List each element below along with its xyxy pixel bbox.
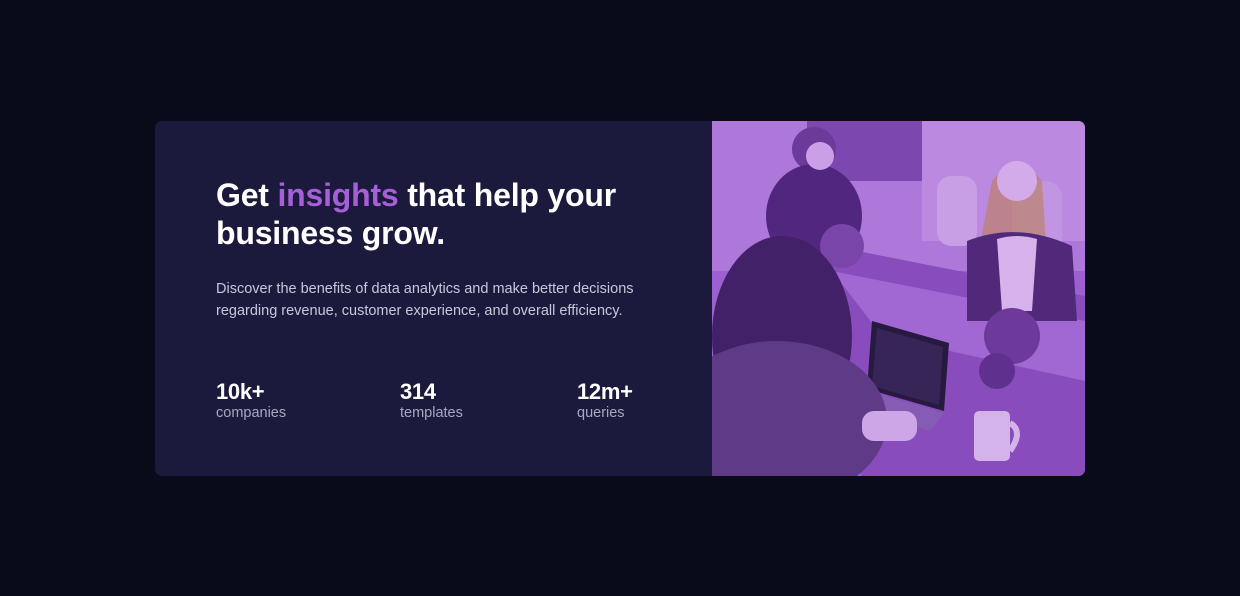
headline-lead: Get: [216, 177, 278, 213]
stat-value: 10k+: [216, 379, 265, 404]
description: Discover the benefits of data analytics …: [216, 281, 634, 319]
header-image: [712, 121, 1085, 476]
stat-label: companies: [216, 405, 287, 421]
stat-value: 12m+: [577, 379, 633, 404]
stat-label: templates: [400, 405, 463, 421]
image-tint-overlay: [712, 121, 1085, 476]
stats-preview-card: Get insights that help your business gro…: [155, 121, 1085, 476]
headline: Get insights that help your business gro…: [216, 176, 636, 252]
stats-row: 10k+ companies 314 templates 12m+ querie…: [216, 380, 656, 425]
card-content: Get insights that help your business gro…: [155, 121, 712, 476]
stat-label: queries: [577, 405, 625, 421]
stat-value: 314: [400, 379, 436, 404]
headline-accent: insights: [277, 177, 399, 213]
stat-companies: 10k+ companies: [216, 380, 286, 422]
stat-queries: 12m+ queries: [577, 380, 633, 422]
stat-templates: 314 templates: [400, 380, 463, 422]
